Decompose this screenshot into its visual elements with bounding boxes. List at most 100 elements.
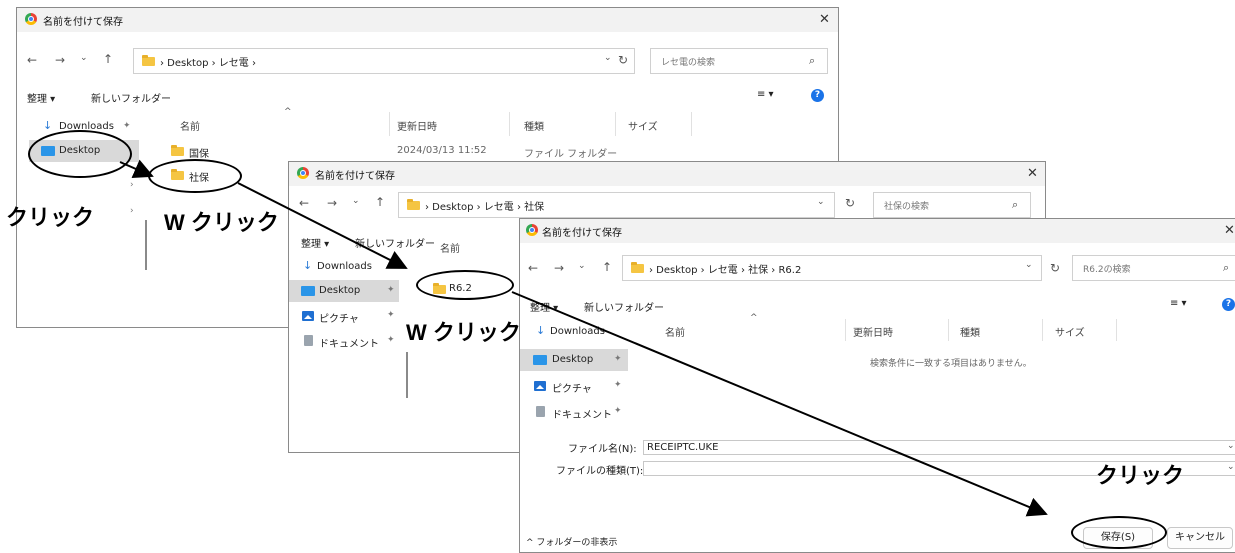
column-divider[interactable]	[389, 112, 390, 136]
help-icon[interactable]: ?	[1222, 298, 1235, 311]
up-arrow-icon[interactable]: ↑	[103, 52, 113, 66]
search-input[interactable]: 社保の検索 ⌕	[873, 192, 1031, 218]
column-name[interactable]: 名前	[180, 118, 200, 133]
list-item[interactable]: 国保 2024/03/13 11:52 ファイル フォルダー	[167, 144, 787, 160]
forward-arrow-icon[interactable]: →	[327, 196, 337, 210]
search-icon[interactable]: ⌕	[1012, 198, 1018, 212]
new-folder-button[interactable]: 新しいフォルダー	[355, 235, 435, 250]
column-divider[interactable]	[615, 112, 616, 136]
address-bar[interactable]: › Desktop › レセ電 › ⌄	[133, 48, 635, 74]
organize-button[interactable]: 整理 ▾	[27, 90, 55, 105]
chevron-down-icon[interactable]: ⌄	[578, 261, 586, 271]
close-icon[interactable]: ✕	[819, 12, 830, 27]
column-size[interactable]: サイズ	[628, 118, 658, 133]
desktop-icon	[301, 286, 315, 296]
cancel-button[interactable]: キャンセル	[1167, 527, 1233, 549]
click-annotation-2: クリック	[1096, 463, 1185, 488]
address-bar[interactable]: › Desktop › レセ電 › 社保 ⌄	[398, 192, 835, 218]
new-folder-button[interactable]: 新しいフォルダー	[91, 90, 171, 105]
organize-button[interactable]: 整理 ▾	[530, 299, 558, 314]
column-divider[interactable]	[691, 112, 692, 136]
nav-item-label: Desktop	[552, 354, 594, 365]
hide-folders-toggle[interactable]: ^ フォルダーの非表示	[526, 535, 617, 548]
nav-pane: ↓ Downloads Desktop ✦ ピクチャ ✦ ドキュメント ✦	[520, 319, 630, 429]
nav-item-label: ピクチャ	[319, 314, 359, 325]
column-name[interactable]: 名前	[665, 324, 685, 339]
chevron-right-icon[interactable]: ›	[130, 206, 134, 216]
pin-icon: ✦	[614, 380, 622, 390]
back-arrow-icon[interactable]: ←	[27, 53, 37, 67]
nav-item-pictures[interactable]: ピクチャ ✦	[289, 305, 399, 327]
dialog-1-titlebar: 名前を付けて保存 ✕	[17, 8, 838, 32]
refresh-icon[interactable]: ↻	[618, 53, 628, 67]
refresh-icon[interactable]: ↻	[1050, 261, 1060, 275]
search-input[interactable]: R6.2の検索 ⌕	[1072, 255, 1235, 281]
address-bar[interactable]: › Desktop › レセ電 › 社保 › R6.2 ⌄	[622, 255, 1042, 281]
dialog-1-title: 名前を付けて保存	[43, 17, 123, 28]
download-icon: ↓	[303, 259, 313, 272]
column-type[interactable]: 種類	[524, 118, 544, 133]
view-icon[interactable]: ≡ ▾	[757, 89, 774, 100]
filename-field[interactable]: RECEIPTC.UKE	[643, 440, 1235, 455]
refresh-icon[interactable]: ↻	[845, 196, 855, 210]
search-placeholder: 社保の検索	[884, 202, 930, 212]
column-divider[interactable]	[509, 112, 510, 136]
nav-item-label: ドキュメント	[552, 410, 612, 421]
chevron-down-icon[interactable]: ⌄	[604, 53, 612, 63]
column-name[interactable]: 名前	[440, 240, 460, 255]
nav-scrollbar[interactable]	[406, 352, 408, 398]
search-icon[interactable]: ⌕	[809, 54, 815, 68]
nav-item-desktop[interactable]: Desktop ✦	[289, 280, 399, 302]
back-arrow-icon[interactable]: ←	[528, 261, 538, 275]
column-modified[interactable]: 更新日時	[853, 324, 893, 339]
column-type[interactable]: 種類	[960, 324, 980, 339]
pin-icon: ✦	[387, 285, 395, 295]
nav-scrollbar[interactable]	[145, 220, 147, 270]
up-arrow-icon[interactable]: ↑	[375, 195, 385, 209]
chevron-down-icon[interactable]: ⌄	[1025, 260, 1033, 270]
nav-item-label: Downloads	[550, 326, 605, 337]
highlight-ellipse	[148, 159, 242, 193]
column-divider[interactable]	[948, 319, 949, 341]
chevron-right-icon[interactable]: ›	[130, 180, 134, 190]
close-icon[interactable]: ✕	[1027, 166, 1038, 181]
chevron-down-icon[interactable]: ⌄	[80, 53, 88, 63]
search-input[interactable]: レセ電の検索 ⌕	[650, 48, 828, 74]
highlight-ellipse	[416, 270, 514, 300]
file-modified: 2024/03/13 11:52	[397, 145, 487, 156]
column-modified[interactable]: 更新日時	[397, 118, 437, 133]
wclick-annotation-1: W クリック	[164, 210, 279, 235]
nav-item-documents[interactable]: ドキュメント ✦	[289, 330, 399, 352]
forward-arrow-icon[interactable]: →	[55, 53, 65, 67]
sort-icon: ^	[750, 313, 758, 323]
wclick-annotation-2: W クリック	[406, 320, 521, 345]
chevron-down-icon[interactable]: ⌄	[1227, 462, 1235, 472]
help-icon[interactable]: ?	[811, 89, 824, 102]
new-folder-button[interactable]: 新しいフォルダー	[584, 299, 664, 314]
chevron-down-icon[interactable]: ⌄	[352, 196, 360, 206]
column-divider[interactable]	[1116, 319, 1117, 341]
back-arrow-icon[interactable]: ←	[299, 196, 309, 210]
column-size[interactable]: サイズ	[1055, 324, 1085, 339]
breadcrumb: › Desktop › レセ電 › 社保	[425, 202, 545, 213]
nav-item-label: ピクチャ	[552, 384, 592, 395]
close-icon[interactable]: ✕	[1224, 223, 1235, 238]
pin-icon: ✦	[387, 335, 395, 345]
chevron-down-icon[interactable]: ⌄	[1227, 441, 1235, 451]
forward-arrow-icon[interactable]: →	[554, 261, 564, 275]
nav-item-documents[interactable]: ドキュメント ✦	[520, 401, 628, 423]
chevron-down-icon[interactable]: ⌄	[817, 197, 825, 207]
pin-icon: ✦	[123, 121, 131, 131]
nav-item-pictures[interactable]: ピクチャ ✦	[520, 375, 628, 397]
organize-button[interactable]: 整理 ▾	[301, 235, 329, 250]
search-icon[interactable]: ⌕	[1223, 261, 1229, 275]
nav-item-desktop[interactable]: Desktop ✦	[520, 349, 628, 371]
folder-icon	[407, 199, 420, 210]
nav-item-downloads[interactable]: ↓ Downloads	[289, 256, 399, 278]
nav-item-downloads[interactable]: ↓ Downloads	[520, 321, 628, 343]
column-divider[interactable]	[845, 319, 846, 341]
view-icon[interactable]: ≡ ▾	[1170, 298, 1187, 309]
column-divider[interactable]	[1042, 319, 1043, 341]
up-arrow-icon[interactable]: ↑	[602, 260, 612, 274]
nav-item-label: Downloads	[317, 261, 372, 272]
